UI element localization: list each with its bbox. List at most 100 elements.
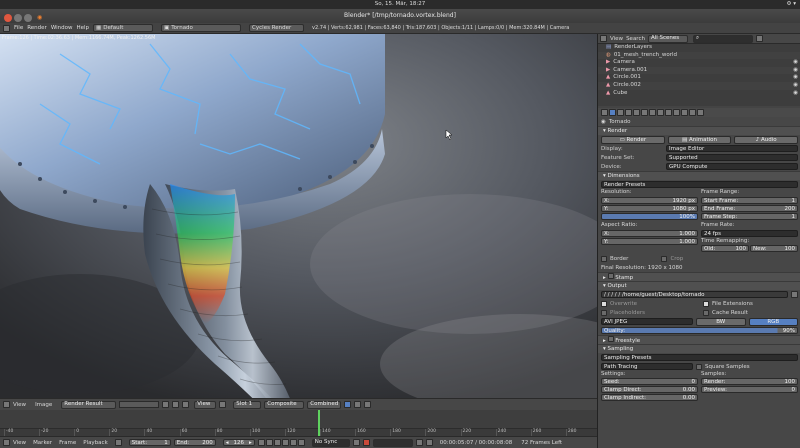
editor-type-icon-timeline[interactable] <box>3 439 10 446</box>
system-clock[interactable]: So, 15. Mär, 18:27 <box>375 1 426 7</box>
record-icon[interactable] <box>362 439 370 446</box>
new-image-icon[interactable] <box>172 401 180 408</box>
render-viewport[interactable]: Frame:126 | Time:02:36.63 | Mem:1166.74M… <box>0 34 597 398</box>
play-reverse-icon[interactable] <box>273 439 281 446</box>
freestyle-panel-header[interactable]: ▸ Freestyle <box>598 335 800 344</box>
jump-end-icon[interactable] <box>297 439 305 446</box>
physics-tab-icon[interactable] <box>697 109 704 116</box>
outliner-row-renderlayers[interactable]: ▤ RenderLayers <box>598 44 800 52</box>
render-button[interactable]: ▭ Render <box>601 135 665 144</box>
resolution-y-field[interactable]: Y: 1080 px <box>601 205 698 212</box>
color-rgb-button[interactable]: RGB <box>748 317 798 326</box>
overwrite-checkbox[interactable] <box>601 300 607 307</box>
aspect-y-field[interactable]: Y: 1.000 <box>601 238 698 245</box>
render-samples-field[interactable]: Render: 100 <box>701 378 798 385</box>
render-pass-selector[interactable]: Combined <box>307 400 342 409</box>
visibility-eye-icon[interactable]: ◉ <box>793 74 798 82</box>
sampling-presets-selector[interactable]: Sampling Presets <box>601 354 798 361</box>
insert-keyframe-icon[interactable] <box>415 439 423 446</box>
image-datablock-selector[interactable]: Render Result <box>61 400 117 409</box>
alpha-channel-icon[interactable] <box>354 401 362 408</box>
outliner-row-camera-001[interactable]: ▶ Camera.001 ◉ <box>598 66 800 75</box>
scene-selector[interactable]: ▣ Tornado <box>161 24 242 32</box>
editor-type-icon-properties[interactable] <box>601 109 608 116</box>
timeline-menu-frame[interactable]: Frame <box>59 440 76 446</box>
outliner-row-circle-002[interactable]: ▲ Circle.002 ◉ <box>598 81 800 90</box>
timeline-ruler[interactable]: -40 -20 0 20 40 60 80 100 120 140 160 180 200 220 240 2… <box>0 428 597 437</box>
render-layers-tab-icon[interactable] <box>617 109 624 116</box>
color-bw-button[interactable]: BW <box>696 317 746 326</box>
menu-file[interactable]: File <box>14 25 23 31</box>
render-presets-selector[interactable]: Render Presets <box>601 181 798 188</box>
aspect-x-field[interactable]: X: 1.000 <box>601 230 698 237</box>
render-engine-selector[interactable]: Cycles Render <box>249 24 305 32</box>
keying-icon[interactable] <box>352 439 360 446</box>
z-buffer-icon[interactable] <box>364 401 372 408</box>
render-layer-selector[interactable]: Composite <box>264 400 305 409</box>
editor-type-icon[interactable] <box>3 24 10 32</box>
outliner-menu-search[interactable]: Search <box>626 36 645 42</box>
prev-keyframe-icon[interactable] <box>265 439 273 446</box>
delete-keyframe-icon[interactable] <box>425 439 433 446</box>
feature-set-selector[interactable]: Supported <box>666 154 798 161</box>
modifiers-tab-icon[interactable] <box>657 109 664 116</box>
dimensions-panel-header[interactable]: ▾ Dimensions <box>598 171 800 180</box>
texture-tab-icon[interactable] <box>681 109 688 116</box>
file-format-selector[interactable]: AVI JPEG <box>601 318 693 325</box>
visibility-eye-icon[interactable]: ◉ <box>793 90 798 98</box>
output-path-field[interactable]: / / / / / /home/guest/Desktop/tornado <box>601 291 788 298</box>
time-remap-old-field[interactable]: Old: 100 <box>701 245 749 252</box>
time-remap-new-field[interactable]: New: 100 <box>750 245 798 252</box>
image-name-field[interactable] <box>119 401 160 408</box>
constraints-tab-icon[interactable] <box>649 109 656 116</box>
resolution-x-field[interactable]: X: 1920 px <box>601 197 698 204</box>
output-panel-header[interactable]: ▾ Output <box>598 281 800 290</box>
image-view-selector[interactable]: View <box>194 400 217 409</box>
visibility-eye-icon[interactable]: ◉ <box>793 59 798 67</box>
outliner-row-circle-001[interactable]: ▲ Circle.001 ◉ <box>598 74 800 82</box>
menu-help[interactable]: Help <box>77 25 90 31</box>
clamp-indirect-field[interactable]: Clamp Indirect: 0.00 <box>601 394 698 401</box>
outliner-row-world[interactable]: ◍ 01_mesh_trench_world <box>598 51 800 60</box>
pin-icon[interactable] <box>162 401 170 408</box>
open-image-icon[interactable] <box>182 401 190 408</box>
end-frame-prop-field[interactable]: End Frame: 200 <box>701 205 798 212</box>
timeline-menu-marker[interactable]: Marker <box>33 440 52 446</box>
jump-start-icon[interactable] <box>257 439 265 446</box>
scene-tab-icon[interactable] <box>625 109 632 116</box>
minimize-window-button[interactable] <box>14 14 22 22</box>
next-keyframe-icon[interactable] <box>289 439 297 446</box>
editor-type-icon-outliner[interactable] <box>600 35 607 42</box>
system-tray[interactable]: ⚙ ▾ <box>787 0 796 9</box>
particles-tab-icon[interactable] <box>689 109 696 116</box>
stamp-checkbox[interactable] <box>607 273 614 279</box>
folder-icon[interactable] <box>791 291 798 298</box>
screen-layout-selector[interactable]: ▦ Default <box>93 24 154 32</box>
material-tab-icon[interactable] <box>673 109 680 116</box>
integrator-selector[interactable]: Path Tracing <box>601 363 693 370</box>
menu-render[interactable]: Render <box>27 25 47 31</box>
outliner[interactable]: View Search All Scenes ⌕ ▤ RenderLayers ◍… <box>598 34 800 106</box>
image-menu-image[interactable]: Image <box>35 402 52 408</box>
outliner-filter-icon[interactable] <box>755 35 763 42</box>
timeline-menu-view[interactable]: View <box>13 440 26 446</box>
square-samples-checkbox[interactable] <box>696 363 702 370</box>
outliner-menu-view[interactable]: View <box>610 36 623 42</box>
file-extensions-checkbox[interactable] <box>703 300 709 307</box>
keying-set-field[interactable] <box>372 438 413 447</box>
quality-slider[interactable]: Quality: 90% <box>601 327 798 334</box>
visibility-eye-icon[interactable]: ◉ <box>793 67 798 75</box>
display-selector[interactable]: Image Editor <box>666 145 798 152</box>
data-tab-icon[interactable] <box>665 109 672 116</box>
visibility-eye-icon[interactable]: ◉ <box>793 82 798 90</box>
frame-step-field[interactable]: Frame Step: 1 <box>701 213 798 220</box>
render-panel-header[interactable]: ▾ Render <box>598 126 800 135</box>
resolution-percentage-slider[interactable]: 100% <box>601 213 698 220</box>
sync-mode-selector[interactable]: No Sync <box>311 438 350 447</box>
current-frame-marker[interactable] <box>318 410 320 437</box>
maximize-window-button[interactable] <box>24 14 32 22</box>
outliner-row-camera[interactable]: ▶ Camera ◉ <box>598 59 800 67</box>
use-preview-range-icon[interactable] <box>114 439 122 446</box>
audio-button[interactable]: ♪ Audio <box>734 135 799 144</box>
start-frame-prop-field[interactable]: Start Frame: 1 <box>701 197 798 204</box>
